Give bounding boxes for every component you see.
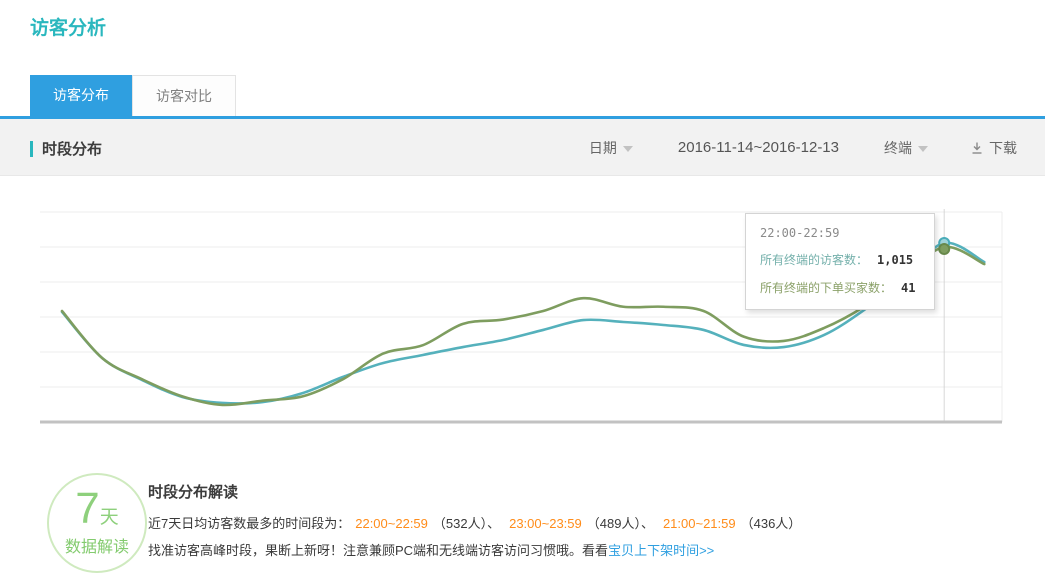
toolbar-controls: 日期 2016-11-14~2016-12-13 终端 下载 — [589, 119, 1017, 176]
tooltip-visitors-label: 所有终端的访客数： — [760, 251, 868, 268]
peak-count-1: （532人）、 — [433, 516, 500, 531]
date-range-value[interactable]: 2016-11-14~2016-12-13 — [678, 139, 839, 156]
chevron-down-icon — [623, 146, 633, 152]
download-icon — [970, 141, 984, 155]
tab-visitor-distribution[interactable]: 访客分布 — [30, 75, 132, 116]
tooltip-row-visitors: 所有终端的访客数： 1,015 — [760, 251, 920, 268]
buyers-dot — [939, 244, 949, 254]
section-title: 时段分布 — [30, 138, 102, 159]
page-title: 访客分析 — [30, 13, 106, 40]
insight-body: 时段分布解读 近7天日均访客数最多的时间段为： 22:00~22:59 （532人）… — [148, 481, 1028, 559]
peak-time-2: 23:00~23:59 — [509, 516, 582, 531]
chart-tooltip: 22:00-22:59 所有终端的访客数： 1,015 所有终端的下单买家数： … — [745, 213, 935, 310]
download-label: 下载 — [989, 138, 1017, 158]
toolbar: 时段分布 日期 2016-11-14~2016-12-13 终端 下载 — [0, 119, 1045, 176]
badge-caption: 数据解读 — [49, 533, 145, 557]
tab-visitor-comparison[interactable]: 访客对比 — [132, 75, 236, 116]
accent-bar — [30, 141, 33, 157]
peak-time-1: 22:00~22:59 — [355, 516, 428, 531]
tab-bar: 访客分布 访客对比 — [30, 75, 236, 116]
terminal-dropdown-label: 终端 — [884, 138, 912, 158]
tooltip-buyers-label: 所有终端的下单买家数： — [760, 279, 892, 296]
hourly-distribution-chart[interactable]: 01234567891011121314151617181920212223 2… — [0, 195, 1045, 453]
date-dropdown-label: 日期 — [589, 138, 617, 158]
listing-schedule-link[interactable]: 宝贝上下架时间>> — [608, 543, 714, 558]
badge-days-suffix: 天 — [100, 507, 119, 528]
insight-advice-text: 找准访客高峰时段，果断上新呀！注意兼顾PC端和无线端访客访问习惯哦。看看 — [148, 543, 608, 558]
peak-count-2: （489人）、 — [587, 516, 654, 531]
section-title-label: 时段分布 — [42, 138, 102, 159]
badge-days-number: 7 — [75, 484, 99, 533]
peak-time-3: 21:00~21:59 — [663, 516, 736, 531]
tooltip-visitors-value: 1,015 — [877, 253, 913, 267]
tooltip-buyers-row: 所有终端的下单买家数： 41 — [760, 279, 920, 296]
download-button[interactable]: 下载 — [970, 138, 1017, 158]
seven-day-badge: 7天 数据解读 — [47, 473, 147, 573]
date-dropdown[interactable]: 日期 — [589, 138, 633, 158]
tooltip-buyers-value: 41 — [901, 281, 915, 295]
insight-heading: 时段分布解读 — [148, 481, 1028, 502]
insight-line1-prefix: 近7天日均访客数最多的时间段为： — [148, 516, 350, 531]
peak-count-3: （436人） — [741, 516, 802, 531]
chevron-down-icon — [918, 146, 928, 152]
insight-peak-times: 近7天日均访客数最多的时间段为： 22:00~22:59 （532人）、 23:00~… — [148, 513, 1028, 532]
tooltip-time-range: 22:00-22:59 — [760, 226, 920, 240]
insight-advice: 找准访客高峰时段，果断上新呀！注意兼顾PC端和无线端访客访问习惯哦。看看宝贝上下… — [148, 540, 1028, 559]
badge-days: 7天 — [49, 487, 145, 531]
terminal-dropdown[interactable]: 终端 — [884, 138, 928, 158]
